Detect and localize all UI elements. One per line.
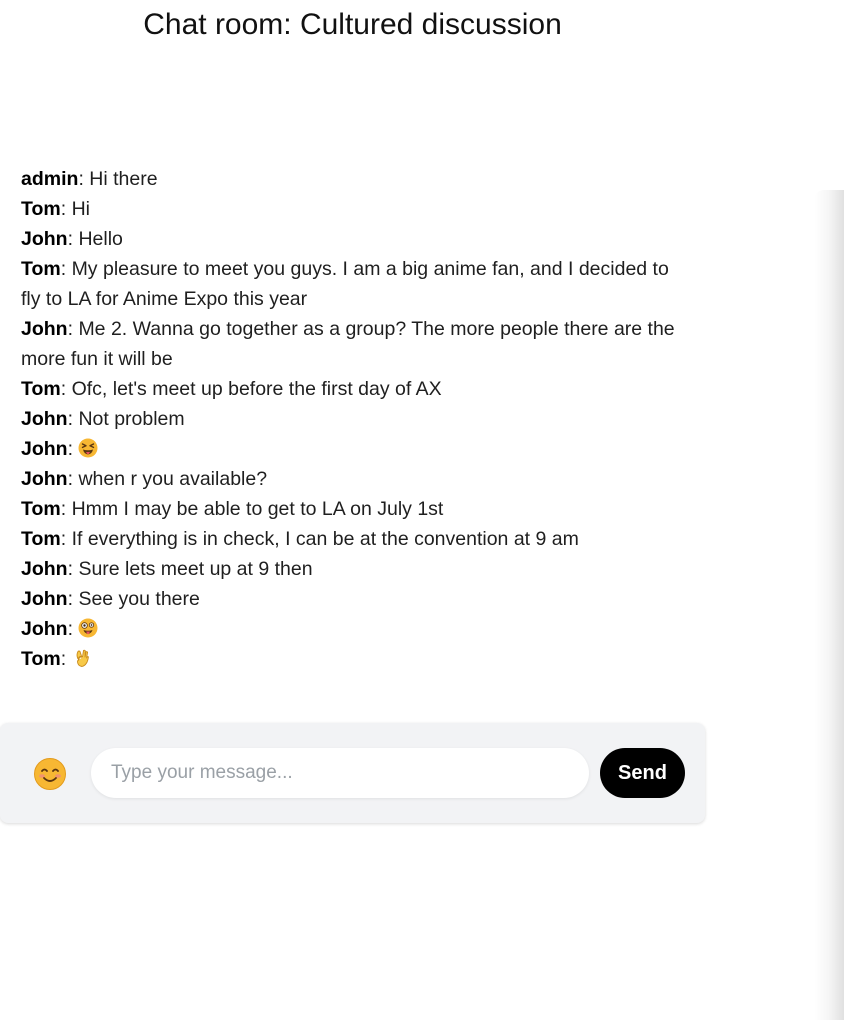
message-sender: John — [21, 318, 68, 340]
message-sender: Tom — [21, 528, 61, 550]
message-sender: Tom — [21, 378, 61, 400]
message-item: John: Sure lets meet up at 9 then — [21, 554, 691, 584]
message-sender: Tom — [21, 498, 61, 520]
message-separator: : — [60, 498, 72, 520]
message-item: Tom: Ofc, let's meet up before the first… — [21, 374, 691, 404]
message-item: Tom: Hmm I may be able to get to LA on J… — [21, 494, 691, 524]
message-text: My pleasure to meet you guys. I am a big… — [21, 258, 669, 310]
chat-page: Chat room: Cultured discussion admin: Hi… — [0, 0, 844, 1020]
message-text: Me 2. Wanna go together as a group? The … — [21, 318, 675, 370]
send-button[interactable]: Send — [600, 748, 685, 798]
message-item: John: — [21, 614, 691, 644]
message-item: Tom: If everything is in check, I can be… — [21, 524, 691, 554]
message-separator: : — [60, 378, 72, 400]
page-title: Chat room: Cultured discussion — [143, 8, 562, 41]
smiling-face-icon[interactable] — [33, 757, 67, 791]
message-text: If everything is in check, I can be at t… — [71, 528, 579, 550]
squinting-face-with-tongue-icon — [78, 438, 98, 458]
message-list: admin: Hi there Tom: Hi John: Hello Tom:… — [21, 164, 691, 674]
message-sender: John — [21, 228, 68, 250]
message-text: Hi — [71, 198, 90, 220]
message-item: John: Me 2. Wanna go together as a group… — [21, 314, 691, 374]
message-sender: John — [21, 408, 68, 430]
message-text: Hi there — [89, 168, 158, 190]
message-sender: John — [21, 618, 68, 640]
message-sender: Tom — [21, 258, 61, 280]
message-separator: : — [78, 168, 90, 190]
zany-face-icon — [78, 618, 98, 638]
message-sender: John — [21, 588, 68, 610]
message-sender: Tom — [21, 648, 61, 670]
message-item: Tom: Hi — [21, 194, 691, 224]
message-separator: : — [67, 228, 79, 250]
message-item: admin: Hi there — [21, 164, 691, 194]
message-item: Tom: My pleasure to meet you guys. I am … — [21, 254, 691, 314]
message-item: Tom: — [21, 644, 691, 674]
message-input[interactable] — [91, 748, 589, 798]
message-separator: : — [67, 618, 79, 640]
message-text: Hello — [78, 228, 123, 250]
message-item: John: See you there — [21, 584, 691, 614]
message-separator: : — [60, 258, 72, 280]
message-sender: admin — [21, 168, 79, 190]
message-text: Hmm I may be able to get to LA on July 1… — [71, 498, 444, 520]
message-text: Sure lets meet up at 9 then — [78, 558, 313, 580]
message-separator: : — [67, 318, 79, 340]
ok-hand-icon — [76, 649, 89, 667]
message-item: John: Not problem — [21, 404, 691, 434]
message-text: Not problem — [78, 408, 185, 430]
message-sender: John — [21, 468, 68, 490]
message-separator: : — [67, 408, 79, 430]
message-composer: Send — [0, 723, 705, 823]
message-item: John: Hello — [21, 224, 691, 254]
message-separator: : — [67, 438, 79, 460]
message-item: John: — [21, 434, 691, 464]
message-separator: : — [67, 468, 79, 490]
side-panel-edge — [814, 190, 844, 1020]
message-separator: : — [60, 198, 72, 220]
message-separator: : — [67, 588, 79, 610]
message-text: when r you available? — [78, 468, 268, 490]
message-sender: Tom — [21, 198, 61, 220]
message-item: John: when r you available? — [21, 464, 691, 494]
message-separator: : — [60, 648, 72, 670]
message-text: Ofc, let's meet up before the first day … — [71, 378, 442, 400]
message-sender: John — [21, 558, 68, 580]
message-sender: John — [21, 438, 68, 460]
message-separator: : — [60, 528, 72, 550]
message-text: See you there — [78, 588, 200, 610]
message-separator: : — [67, 558, 79, 580]
